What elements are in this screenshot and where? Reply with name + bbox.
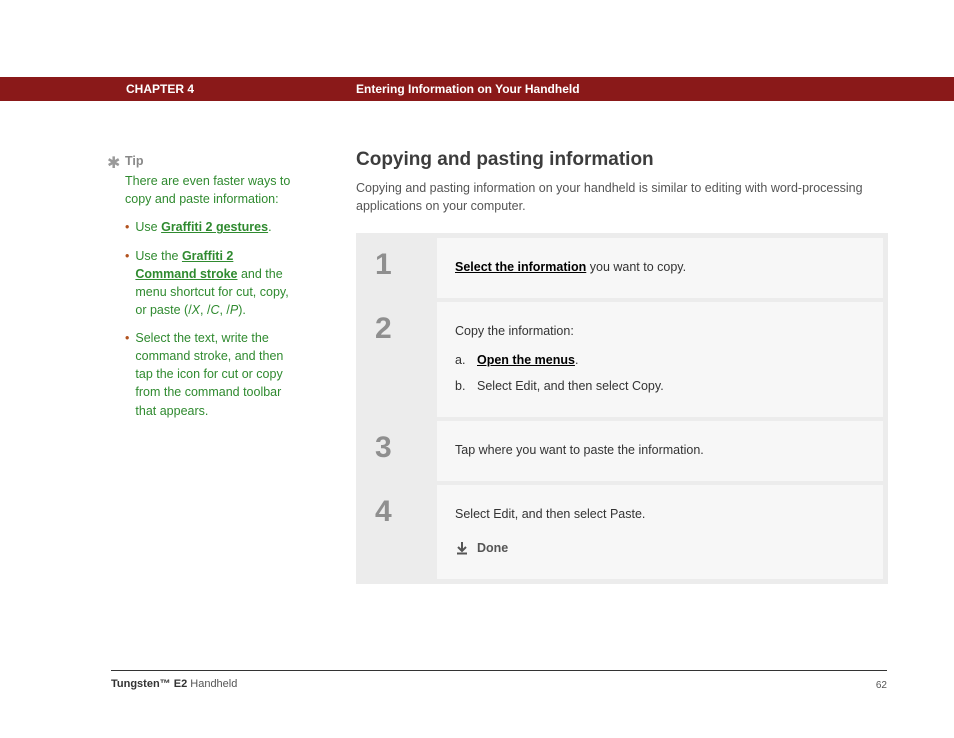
- section-intro: Copying and pasting information on your …: [356, 179, 888, 215]
- step-number-cell: 3: [361, 421, 437, 481]
- tip-bullet-3: • Select the text, write the command str…: [125, 329, 297, 420]
- footer-product-name: Tungsten™ E2: [111, 678, 187, 690]
- footer-product: Tungsten™ E2 Handheld: [111, 678, 237, 690]
- step-row-4: 4 Select Edit, and then select Paste. Do…: [361, 485, 883, 579]
- substep-a-suffix: .: [575, 353, 578, 367]
- step-number: 4: [375, 495, 437, 529]
- tip-bullet-1-text: Use Graffiti 2 gestures.: [135, 218, 271, 236]
- chapter-header-bar: CHAPTER 4 Entering Information on Your H…: [0, 77, 954, 101]
- step-3-text: Tap where you want to paste the informat…: [455, 443, 704, 457]
- bullet-icon: •: [125, 218, 129, 236]
- tip-sidebar: Tip There are even faster ways to copy a…: [107, 152, 297, 430]
- tip-bullet-2-text: Use the Graffiti 2 Command stroke and th…: [135, 247, 297, 320]
- footer-page-number: 62: [876, 680, 887, 691]
- step-row-3: 3 Tap where you want to paste the inform…: [361, 421, 883, 485]
- step-number-cell: 1: [361, 238, 437, 298]
- step-number-cell: 4: [361, 485, 437, 579]
- step-1-suffix: you want to copy.: [586, 260, 686, 274]
- document-page: CHAPTER 4 Entering Information on Your H…: [0, 0, 954, 738]
- section-title: Copying and pasting information: [356, 149, 888, 171]
- substep-a-letter: a.: [455, 351, 477, 369]
- steps-container: 1 Select the information you want to cop…: [356, 233, 888, 584]
- tip-intro: There are even faster ways to copy and p…: [125, 172, 297, 208]
- done-arrow-icon: [455, 541, 469, 555]
- done-label: Done: [477, 539, 508, 557]
- substep-b-text: Select Edit, and then select Copy.: [477, 377, 664, 395]
- tip-bullet-3-text: Select the text, write the command strok…: [135, 329, 297, 420]
- step-4-text: Select Edit, and then select Paste.: [455, 505, 865, 523]
- substep-a-text: Open the menus.: [477, 351, 578, 369]
- step-number: 1: [375, 248, 437, 282]
- step-2-lead: Copy the information:: [455, 322, 865, 340]
- tip-bullet-1-prefix: Use: [135, 220, 161, 234]
- tip-bullet-1-suffix: .: [268, 220, 271, 234]
- shortcut-p: P: [230, 303, 238, 317]
- substep-a: a. Open the menus.: [455, 351, 865, 369]
- step-row-2: 2 Copy the information: a. Open the menu…: [361, 302, 883, 420]
- chapter-label: CHAPTER 4: [126, 82, 194, 96]
- step-body-2: Copy the information: a. Open the menus.…: [437, 302, 883, 416]
- main-content: Copying and pasting information Copying …: [356, 149, 888, 584]
- step-2-substeps: a. Open the menus. b. Select Edit, and t…: [455, 351, 865, 395]
- tip-bullet-2: • Use the Graffiti 2 Command stroke and …: [125, 247, 297, 320]
- step-number-cell: 2: [361, 302, 437, 416]
- tip-sep1: , /: [200, 303, 210, 317]
- substep-b: b. Select Edit, and then select Copy.: [455, 377, 865, 395]
- done-row: Done: [455, 539, 865, 557]
- bullet-icon: •: [125, 329, 129, 420]
- step-body-4: Select Edit, and then select Paste. Done: [437, 485, 883, 579]
- tip-body: There are even faster ways to copy and p…: [125, 172, 297, 420]
- substep-b-letter: b.: [455, 377, 477, 395]
- tip-bullet-1: • Use Graffiti 2 gestures.: [125, 218, 297, 236]
- tip-bullet-2-prefix: Use the: [135, 249, 182, 263]
- step-row-1: 1 Select the information you want to cop…: [361, 238, 883, 302]
- step-body-3: Tap where you want to paste the informat…: [437, 421, 883, 481]
- step-body-1: Select the information you want to copy.: [437, 238, 883, 298]
- chapter-title: Entering Information on Your Handheld: [356, 82, 580, 96]
- footer-rule: [111, 670, 887, 671]
- bullet-icon: •: [125, 247, 129, 320]
- step-number: 3: [375, 431, 437, 465]
- graffiti-gestures-link[interactable]: Graffiti 2 gestures: [161, 220, 268, 234]
- open-menus-link[interactable]: Open the menus: [477, 353, 575, 367]
- tip-sep2: , /: [219, 303, 229, 317]
- shortcut-x: X: [192, 303, 200, 317]
- tip-heading: Tip: [125, 152, 297, 170]
- step-number: 2: [375, 312, 437, 346]
- footer-product-suffix: Handheld: [187, 678, 237, 690]
- tip-bullet-2-suffix: ).: [238, 303, 246, 317]
- select-information-link[interactable]: Select the information: [455, 260, 586, 274]
